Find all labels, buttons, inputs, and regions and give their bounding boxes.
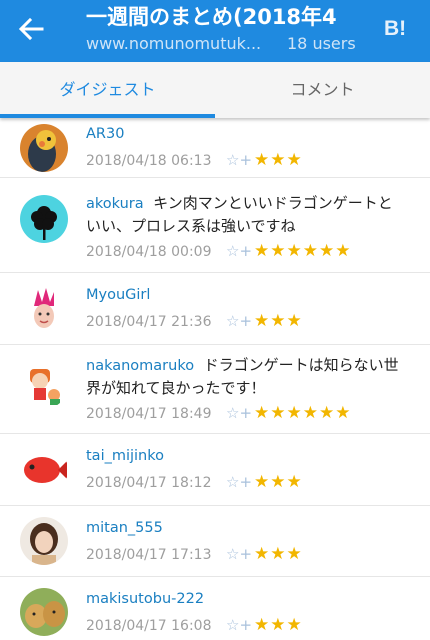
comment-date: 2018/04/18 00:09 bbox=[86, 244, 212, 260]
comment-header: tai_mijinko bbox=[86, 444, 406, 467]
add-star-icon[interactable]: ☆+ bbox=[226, 402, 254, 424]
tab-digest[interactable]: ダイジェスト bbox=[0, 62, 215, 118]
back-arrow-icon[interactable] bbox=[14, 14, 50, 44]
comment-header: AR30 bbox=[86, 122, 406, 145]
add-star-icon[interactable]: ☆+ bbox=[226, 543, 254, 565]
star-rating: ★★★★★★ bbox=[254, 403, 352, 423]
comment-list: AR30 2018/04/18 06:13 ☆+ ★★★ akokura キン肉マン… bbox=[0, 118, 430, 640]
comment-username[interactable]: tai_mijinko bbox=[86, 448, 164, 464]
list-item[interactable]: makisutobu-222 2018/04/17 16:08 ☆+ ★★★ bbox=[0, 577, 430, 640]
user-count: 18 users bbox=[287, 34, 356, 53]
comment-meta: 2018/04/18 06:13 ☆+ ★★★ bbox=[86, 149, 303, 171]
list-item[interactable]: mitan_555 2018/04/17 17:13 ☆+ ★★★ bbox=[0, 506, 430, 577]
comment-date: 2018/04/17 16:08 bbox=[86, 618, 212, 634]
add-star-icon[interactable]: ☆+ bbox=[226, 614, 254, 636]
tab-comment[interactable]: コメント bbox=[215, 62, 430, 118]
comment-header: mitan_555 bbox=[86, 516, 406, 539]
avatar[interactable] bbox=[20, 286, 68, 334]
comment-header: akokura キン肉マンといいドラゴンゲートといい、プロレス系は強いですね bbox=[86, 192, 406, 237]
add-star-icon[interactable]: ☆+ bbox=[226, 149, 254, 171]
comment-username[interactable]: MyouGirl bbox=[86, 287, 150, 303]
star-rating: ★★★ bbox=[254, 150, 303, 170]
comment-header: MyouGirl bbox=[86, 283, 406, 306]
comment-meta: 2018/04/17 16:08 ☆+ ★★★ bbox=[86, 614, 303, 636]
star-rating: ★★★★★★ bbox=[254, 241, 352, 261]
list-item[interactable]: tai_mijinko 2018/04/17 18:12 ☆+ ★★★ bbox=[0, 434, 430, 506]
comment-date: 2018/04/17 21:36 bbox=[86, 314, 212, 330]
page-url: www.nomunomutuk... bbox=[86, 34, 262, 53]
comment-date: 2018/04/18 06:13 bbox=[86, 153, 212, 169]
comment-date: 2018/04/17 17:13 bbox=[86, 547, 212, 563]
tab-bar: ダイジェスト コメント bbox=[0, 62, 430, 118]
avatar[interactable] bbox=[20, 588, 68, 636]
list-item[interactable]: akokura キン肉マンといいドラゴンゲートといい、プロレス系は強いですね 2… bbox=[0, 178, 430, 273]
comment-meta: 2018/04/17 17:13 ☆+ ★★★ bbox=[86, 543, 303, 565]
star-rating: ★★★ bbox=[254, 472, 303, 492]
comment-username[interactable]: akokura bbox=[86, 196, 144, 212]
comment-meta: 2018/04/18 00:09 ☆+ ★★★★★★ bbox=[86, 240, 351, 262]
hatena-bookmark-icon[interactable]: B! bbox=[384, 14, 414, 44]
comment-meta: 2018/04/17 21:36 ☆+ ★★★ bbox=[86, 310, 303, 332]
comment-meta: 2018/04/17 18:12 ☆+ ★★★ bbox=[86, 471, 303, 493]
add-star-icon[interactable]: ☆+ bbox=[226, 240, 254, 262]
avatar[interactable] bbox=[20, 124, 68, 172]
avatar[interactable] bbox=[20, 446, 68, 494]
list-item[interactable]: MyouGirl 2018/04/17 21:36 ☆+ ★★★ bbox=[0, 273, 430, 345]
comment-header: nakanomaruko ドラゴンゲートは知らない世界が知れて良かったです！ bbox=[86, 354, 406, 399]
star-rating: ★★★ bbox=[254, 615, 303, 635]
comment-username[interactable]: AR30 bbox=[86, 126, 124, 142]
list-item[interactable]: AR30 2018/04/18 06:13 ☆+ ★★★ bbox=[0, 118, 430, 178]
app-bar: 一週間のまとめ(2018年4 www.nomunomutuk... 18 user… bbox=[0, 0, 430, 62]
comment-date: 2018/04/17 18:49 bbox=[86, 406, 212, 422]
avatar[interactable] bbox=[20, 195, 68, 243]
add-star-icon[interactable]: ☆+ bbox=[226, 471, 254, 493]
add-star-icon[interactable]: ☆+ bbox=[226, 310, 254, 332]
list-item[interactable]: nakanomaruko ドラゴンゲートは知らない世界が知れて良かったです！ 2… bbox=[0, 345, 430, 434]
comment-date: 2018/04/17 18:12 bbox=[86, 475, 212, 491]
comment-username[interactable]: nakanomaruko bbox=[86, 358, 194, 374]
comment-meta: 2018/04/17 18:49 ☆+ ★★★★★★ bbox=[86, 402, 351, 424]
comment-header: makisutobu-222 bbox=[86, 587, 406, 610]
active-tab-indicator bbox=[0, 114, 215, 118]
avatar[interactable] bbox=[20, 361, 68, 409]
star-rating: ★★★ bbox=[254, 311, 303, 331]
comment-username[interactable]: makisutobu-222 bbox=[86, 591, 204, 607]
page-title: 一週間のまとめ(2018年4 bbox=[86, 5, 337, 29]
avatar[interactable] bbox=[20, 517, 68, 565]
star-rating: ★★★ bbox=[254, 544, 303, 564]
comment-username[interactable]: mitan_555 bbox=[86, 520, 163, 536]
page-subtitle: www.nomunomutuk... 18 users bbox=[86, 32, 376, 56]
